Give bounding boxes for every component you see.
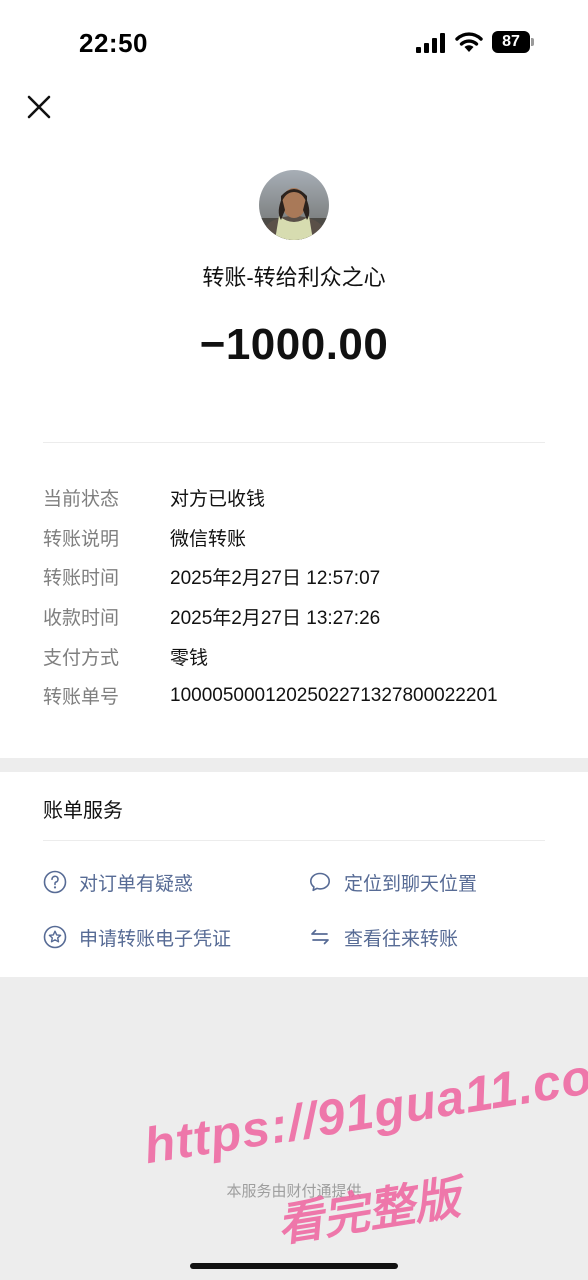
swap-arrows-icon <box>311 929 329 945</box>
request-voucher-link[interactable]: 申请转账电子凭证 <box>43 922 231 952</box>
detail-row-transfer-time: 转账时间 2025年2月27日 12:57:07 <box>43 557 563 597</box>
question-circle-icon <box>43 870 67 894</box>
detail-value: 微信转账 <box>170 528 247 550</box>
detail-label: 当前状态 <box>43 489 120 511</box>
detail-label: 转账单号 <box>43 687 120 709</box>
detail-row-order-number: 转账单号 1000050001202502271327800022201 <box>43 676 563 716</box>
view-transfers-link[interactable]: 查看往来转账 <box>308 922 458 952</box>
divider <box>43 442 545 443</box>
detail-value: 2025年2月27日 12:57:07 <box>170 568 381 590</box>
payee-name: 转账-转给利众之心 <box>202 265 386 290</box>
star-circle-icon <box>43 925 67 949</box>
service-label: 对订单有疑惑 <box>79 873 194 895</box>
status-bar: 22:50 87 <box>0 0 588 88</box>
transfer-detail-card: 转账-转给利众之心 −1000.00 当前状态 对方已收钱 转账说明 微信转账 … <box>0 88 588 758</box>
status-time: 22:50 <box>79 28 148 58</box>
chat-bubble-icon <box>310 872 330 892</box>
detail-row-status: 当前状态 对方已收钱 <box>43 478 563 518</box>
service-label: 查看往来转账 <box>344 928 459 950</box>
locate-chat-link[interactable]: 定位到聊天位置 <box>308 867 477 897</box>
order-question-link[interactable]: 对订单有疑惑 <box>43 867 193 897</box>
bill-services-card: 账单服务 对订单有疑惑 定位到聊天位置 申请转账电子凭证 查看往来转账 <box>0 772 588 977</box>
close-icon[interactable] <box>26 94 52 120</box>
detail-value: 对方已收钱 <box>170 489 266 511</box>
service-label: 定位到聊天位置 <box>344 873 478 895</box>
cellular-signal-icon <box>416 33 445 53</box>
watermark-url: https://91gua11.com <box>140 1040 588 1175</box>
battery-level: 87 <box>492 31 530 53</box>
detail-row-payment-method: 支付方式 零钱 <box>43 636 563 676</box>
detail-label: 转账时间 <box>43 568 120 590</box>
avatar[interactable] <box>259 170 329 240</box>
detail-label: 转账说明 <box>43 528 120 550</box>
detail-row-note: 转账说明 微信转账 <box>43 518 563 558</box>
detail-row-receive-time: 收款时间 2025年2月27日 13:27:26 <box>43 597 563 637</box>
detail-value[interactable]: 1000050001202502271327800022201 <box>170 685 498 707</box>
battery-tip <box>531 38 534 46</box>
home-indicator[interactable] <box>190 1263 398 1269</box>
detail-value: 零钱 <box>170 647 209 669</box>
detail-label: 支付方式 <box>43 647 120 669</box>
detail-list: 当前状态 对方已收钱 转账说明 微信转账 转账时间 2025年2月27日 12:… <box>43 478 563 716</box>
transfer-amount: −1000.00 <box>199 320 389 369</box>
wifi-icon <box>455 32 483 52</box>
watermark-tag: 看完整版 <box>273 1171 464 1252</box>
divider <box>43 840 545 841</box>
battery-indicator: 87 <box>492 31 534 53</box>
detail-label: 收款时间 <box>43 608 120 630</box>
service-label: 申请转账电子凭证 <box>79 928 232 950</box>
services-title: 账单服务 <box>43 800 123 822</box>
detail-value: 2025年2月27日 13:27:26 <box>170 608 381 630</box>
